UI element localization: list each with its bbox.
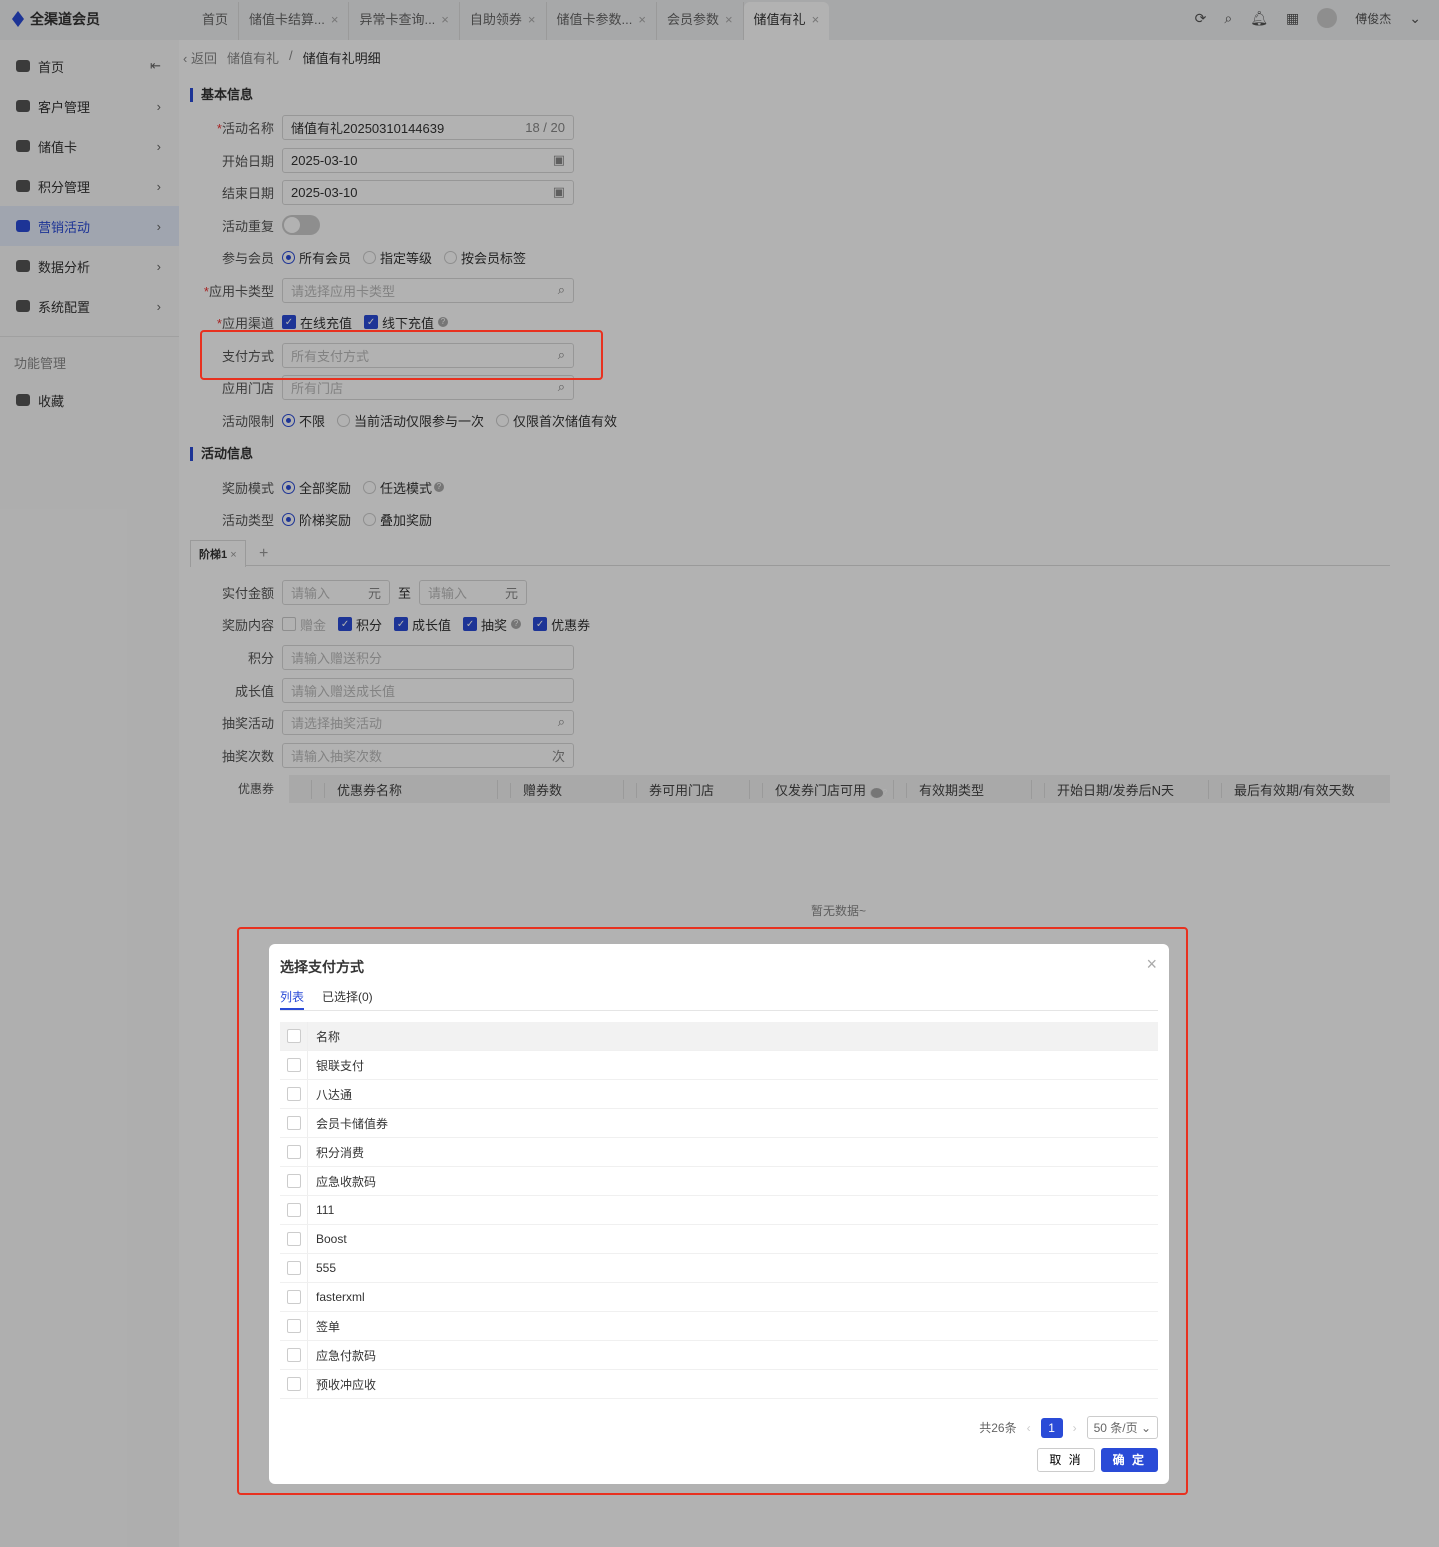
close-icon[interactable]: ×: [1146, 954, 1157, 975]
tab-list[interactable]: 列表: [280, 988, 305, 1010]
highlight-box: [200, 330, 603, 380]
row-checkbox[interactable]: [286, 1203, 301, 1217]
row-checkbox[interactable]: [286, 1174, 301, 1188]
page-1[interactable]: 1: [1040, 1417, 1063, 1438]
row-checkbox[interactable]: [286, 1232, 301, 1246]
list-item[interactable]: 应急付款码: [280, 1341, 1158, 1370]
list-item[interactable]: 111: [280, 1196, 1158, 1225]
select-payment-modal: 选择支付方式 × 列表 已选择(0) 名称 银联支付 八达通 会员卡储值券 积分消费 应急收…: [269, 944, 1169, 1484]
row-checkbox[interactable]: [286, 1087, 301, 1101]
next-page-icon[interactable]: ›: [1073, 1421, 1077, 1435]
list-header: 名称: [280, 1022, 1158, 1051]
modal-title: 选择支付方式: [280, 959, 364, 975]
row-checkbox[interactable]: [286, 1116, 301, 1130]
pagination: 共26条 ‹ 1 › 50 条/页 ⌄: [979, 1416, 1158, 1439]
list-item[interactable]: 积分消费: [280, 1138, 1158, 1167]
list-item[interactable]: 预收冲应收: [280, 1370, 1158, 1399]
row-checkbox[interactable]: [286, 1145, 301, 1159]
row-checkbox[interactable]: [286, 1348, 301, 1362]
page-size-select[interactable]: 50 条/页 ⌄: [1086, 1416, 1158, 1439]
confirm-button[interactable]: 确 定: [1100, 1448, 1158, 1472]
row-checkbox[interactable]: [286, 1290, 301, 1304]
prev-page-icon[interactable]: ‹: [1027, 1421, 1031, 1435]
tab-selected[interactable]: 已选择(0): [322, 988, 373, 1010]
list-item[interactable]: 会员卡储值券: [280, 1109, 1158, 1138]
list-item[interactable]: 八达通: [280, 1080, 1158, 1109]
payment-list: 名称 银联支付 八达通 会员卡储值券 积分消费 应急收款码 111 Boost 555 faste…: [280, 1022, 1158, 1406]
list-item[interactable]: Boost: [280, 1225, 1158, 1254]
list-item[interactable]: 银联支付: [280, 1051, 1158, 1080]
select-all-checkbox[interactable]: [286, 1029, 301, 1043]
list-item[interactable]: 签单: [280, 1312, 1158, 1341]
row-checkbox[interactable]: [286, 1319, 301, 1333]
list-item[interactable]: fasterxml: [280, 1283, 1158, 1312]
row-checkbox[interactable]: [286, 1377, 301, 1391]
row-checkbox[interactable]: [286, 1058, 301, 1072]
list-item[interactable]: 应急收款码: [280, 1167, 1158, 1196]
total-count: 共26条: [979, 1421, 1017, 1435]
row-checkbox[interactable]: [286, 1261, 301, 1275]
cancel-button[interactable]: 取 消: [1037, 1448, 1095, 1472]
list-item[interactable]: 555: [280, 1254, 1158, 1283]
